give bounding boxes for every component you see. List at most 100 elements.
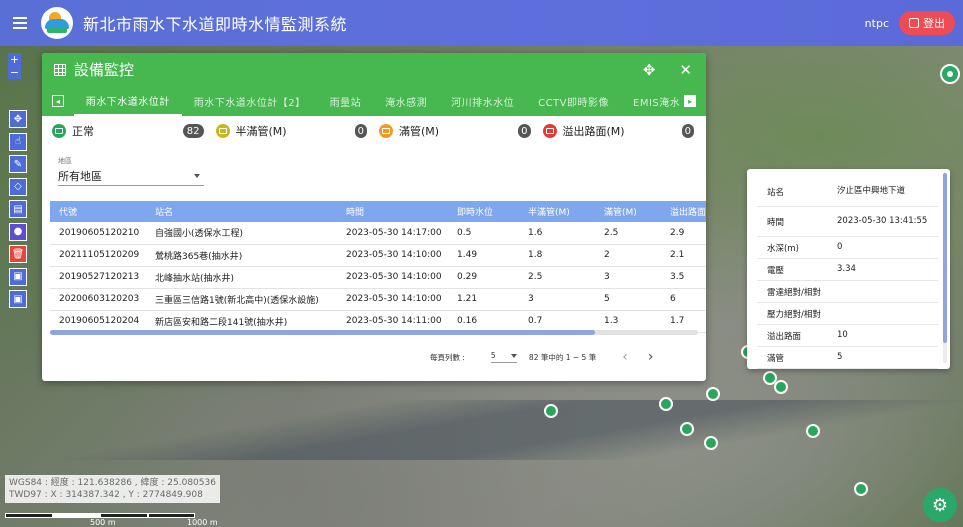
prev-page-icon[interactable]: ‹ [622, 349, 628, 365]
info-row: 滿管 5 [757, 347, 938, 369]
document-icon[interactable]: ▣ [9, 290, 27, 308]
tab-scroll-right-icon[interactable]: ▸ [684, 95, 696, 107]
logout-button[interactable]: 登出 [899, 11, 955, 35]
rows-per-page-label: 每頁列數 : [430, 352, 465, 362]
move-icon[interactable]: ✥ [9, 110, 27, 128]
info-key: 溢出路面 [767, 331, 802, 342]
info-value: 2023-05-30 13:41:55 [837, 216, 928, 226]
status-half-full[interactable]: 半滿管(M) 0 [215, 123, 380, 139]
map-marker[interactable] [680, 422, 694, 436]
logout-label: 登出 [923, 17, 945, 30]
status-overflow-icon [542, 124, 557, 138]
table-cell: 1.7 [661, 310, 706, 333]
map-marker[interactable] [704, 436, 718, 450]
logout-icon [909, 18, 919, 28]
settings-icon[interactable]: ⚙ [923, 488, 957, 522]
water-drop-icon[interactable] [940, 64, 960, 84]
table-cell: 0.5 [448, 222, 519, 245]
info-scrollbar[interactable] [943, 173, 947, 363]
tab-emis-flood[interactable]: EMIS淹水 [621, 86, 684, 116]
status-count: 82 [182, 124, 204, 138]
table-cell: 3 [595, 266, 661, 289]
info-key: 時間 [767, 217, 785, 228]
region-value: 所有地區 [58, 169, 102, 183]
close-icon[interactable]: ✕ [679, 61, 692, 79]
info-key: 滿管 [767, 353, 785, 364]
table-cell: 1.6 [519, 222, 595, 245]
map-marker[interactable] [763, 371, 777, 385]
document-icon[interactable]: ▣ [9, 267, 27, 286]
table-cell: 2023-05-30 14:10:00 [337, 288, 448, 311]
table-row[interactable]: 20211105120209 鶯桃路365巷(抽水井) 2023-05-30 1… [50, 244, 706, 267]
column-header[interactable]: 即時水位 [448, 201, 519, 222]
map-marker[interactable] [659, 397, 673, 411]
coordinates-readout: WGS84 : 經度 : 121.638286 , 緯度 : 25.080536… [5, 475, 220, 503]
table-row[interactable]: 20190605120204 新店區安和路二段141號(抽水井) 2023-05… [50, 310, 706, 333]
tab-scroll-left-icon[interactable]: ◂ [52, 95, 64, 107]
eraser-icon[interactable]: ◇ [9, 177, 27, 196]
status-normal[interactable]: 正常 82 [52, 123, 216, 139]
page-range: 82 筆中的 1 ~ 5 筆 [528, 352, 597, 362]
table-row[interactable]: 20190527120213 北峰抽水站(抽水井) 2023-05-30 14:… [50, 266, 706, 289]
coordinates-twd97: TWD97 : X : 314387.342 , Y : 2774849.908 [9, 490, 203, 500]
map-marker[interactable] [544, 404, 558, 418]
table-scrollbar[interactable] [50, 330, 698, 335]
region-select[interactable]: 所有地區 [58, 166, 204, 186]
map-marker[interactable] [806, 424, 820, 438]
trash-icon[interactable]: 🗑 [9, 245, 27, 263]
zoom-in-button[interactable]: + [8, 53, 21, 66]
scale-label-mid: 500 m [90, 518, 116, 527]
column-header[interactable]: 站名 [146, 201, 337, 222]
table-row[interactable]: 20190605120210 自強國小(透保水工程) 2023-05-30 14… [50, 222, 706, 245]
tab-river-drainage[interactable]: 河川排水水位 [439, 86, 526, 116]
menu-icon[interactable] [13, 14, 27, 32]
column-header[interactable]: 溢出路面(M) [661, 201, 706, 222]
table-cell: 1.21 [448, 288, 519, 311]
ruler-icon[interactable]: ▤ [9, 200, 27, 218]
map-marker[interactable] [706, 387, 720, 401]
table-row[interactable]: 20200603120203 三重區三信路1號(新北高中)(透保水設施) 202… [50, 288, 706, 311]
app-header: 新北市雨水下水道即時水情監測系統 ntpc 登出 [0, 0, 963, 46]
info-value: 10 [837, 330, 848, 340]
column-header[interactable]: 代號 [50, 201, 146, 222]
info-row: 溢出路面 10 [757, 325, 938, 347]
map-marker[interactable] [774, 380, 788, 394]
status-label: 正常 [72, 125, 94, 138]
hand-icon[interactable]: ☝ [9, 132, 27, 151]
table-header-row: 代號 站名 時間 即時水位 半滿管(M) 滿管(M) 溢出路面(M) [50, 201, 706, 222]
column-header[interactable]: 滿管(M) [595, 201, 661, 222]
info-row: 電壓 3.34 [757, 259, 938, 281]
info-key: 壓力絕對/相對 [767, 309, 821, 320]
table-cell: 1.3 [595, 310, 661, 333]
map-marker[interactable] [854, 482, 868, 496]
column-header[interactable]: 時間 [337, 201, 448, 222]
zoom-out-button[interactable]: − [8, 66, 21, 79]
scale-label-end: 1000 m [187, 518, 218, 527]
status-overflow[interactable]: 溢出路面(M) 0 [542, 123, 707, 139]
table-cell: 1.8 [519, 244, 595, 267]
table-cell: 三重區三信路1號(新北高中)(透保水設施) [146, 288, 337, 311]
next-page-icon[interactable]: › [648, 349, 654, 365]
tab-rain-gauge[interactable]: 雨量站 [318, 86, 374, 116]
rows-per-page-select[interactable]: 5 [490, 351, 517, 363]
pagination: 每頁列數 : 5 82 筆中的 1 ~ 5 筆 ‹ › [430, 349, 653, 365]
table-cell: 3.5 [661, 266, 706, 289]
tab-cctv[interactable]: CCTV即時影像 [526, 86, 621, 116]
tab-sewer-water-level-2[interactable]: 雨水下水道水位計【2】 [182, 86, 318, 116]
table-cell: 5 [595, 288, 661, 311]
pencil-icon[interactable]: ✎ [9, 155, 27, 173]
status-full[interactable]: 滿管(M) 0 [379, 123, 543, 139]
move-panel-icon[interactable]: ✥ [643, 61, 656, 79]
zoom-control: + − [8, 53, 21, 79]
tab-sewer-water-level[interactable]: 雨水下水道水位計 [73, 86, 182, 116]
tab-flood-sensor[interactable]: 淹水感測 [373, 86, 439, 116]
table-cell: 2.9 [661, 222, 706, 245]
location-pin-icon[interactable]: ● [9, 222, 27, 241]
table-cell: 20190527120213 [50, 266, 146, 289]
table-cell: 2023-05-30 14:10:00 [337, 266, 448, 289]
table-cell: 1.49 [448, 244, 519, 267]
table-cell: 20200603120203 [50, 288, 146, 311]
column-header[interactable]: 半滿管(M) [519, 201, 595, 222]
info-row: 時間 2023-05-30 13:41:55 [757, 207, 938, 237]
panel-header[interactable]: 設備監控 ✥ ✕ [42, 53, 706, 86]
